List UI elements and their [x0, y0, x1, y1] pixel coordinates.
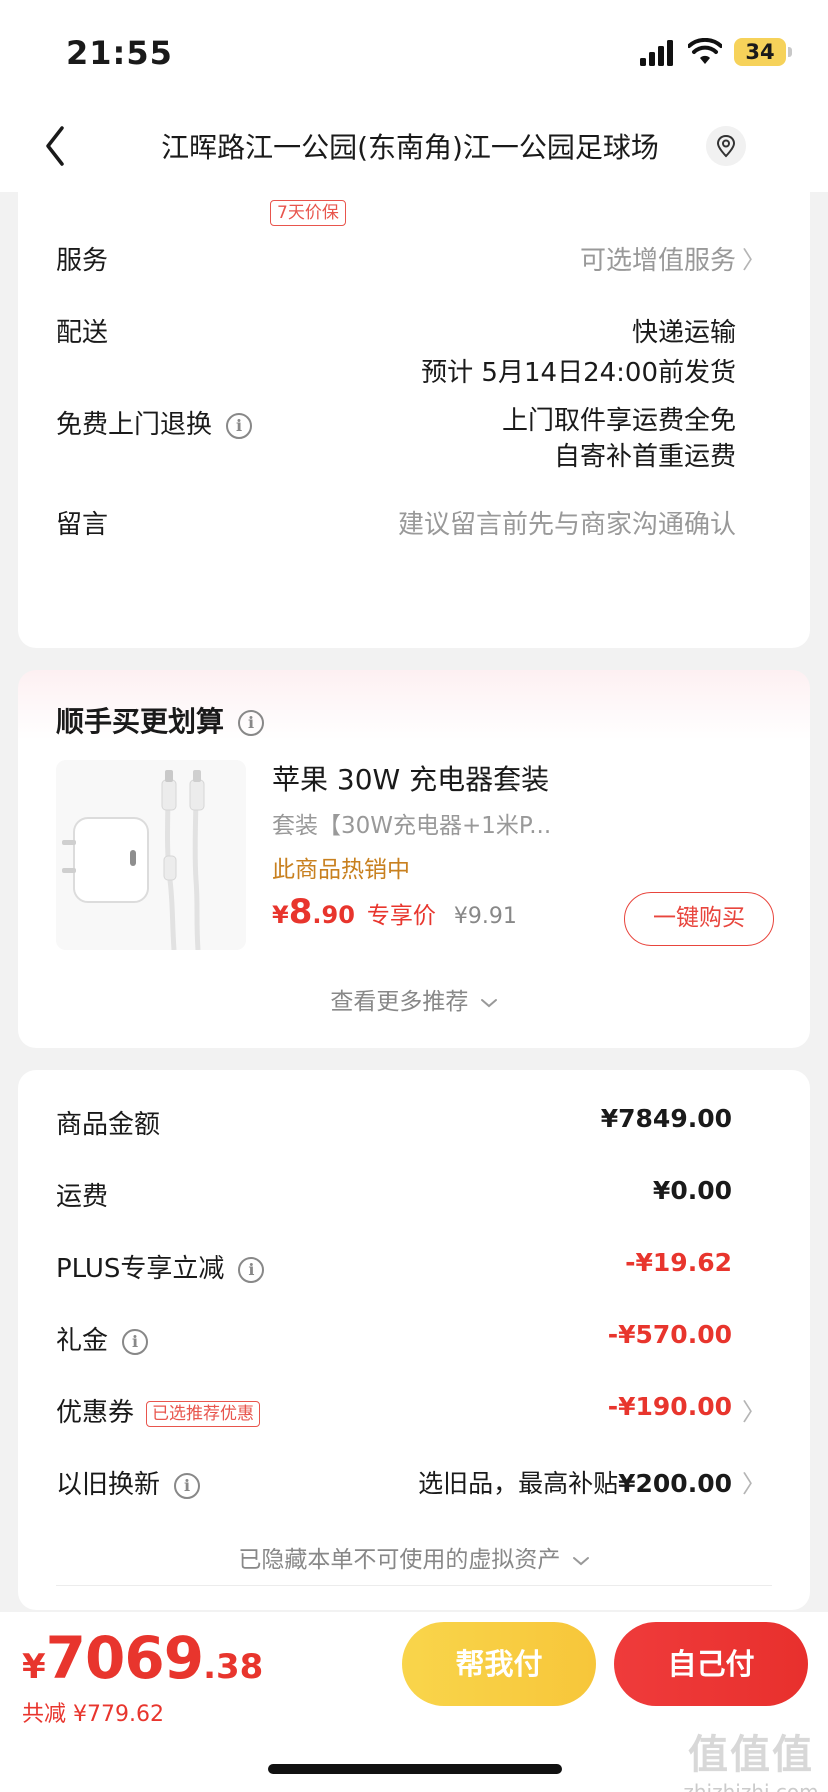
- checkout-bar: ¥7069.38 共减 ¥779.62 帮我付 自己付 值值值 zhizhizh…: [0, 1612, 828, 1792]
- status-time: 21:55: [66, 34, 173, 72]
- recommend-title-text: 顺手买更划算: [56, 705, 225, 738]
- address-title[interactable]: 江晖路江一公园(东南角)江一公园足球场: [100, 126, 720, 166]
- nav-bar: 江晖路江一公园(东南角)江一公园足球场: [0, 100, 828, 192]
- product-price: ¥8.90 专享价 ¥9.91: [272, 892, 517, 932]
- price-summary-card: 商品金额 ¥7849.00 运费 ¥0.00 PLUS专享立减 i -¥19.62…: [18, 1070, 810, 1610]
- watermark-main: 值值值: [688, 1732, 814, 1778]
- battery-indicator: 34: [734, 38, 786, 66]
- chevron-down-icon: [480, 999, 497, 1008]
- trade-in-prefix: 选旧品，最高补贴: [418, 1469, 619, 1498]
- chevron-right-icon[interactable]: 〉: [742, 1392, 766, 1427]
- coupon-label[interactable]: 优惠券 已选推荐优惠: [56, 1392, 261, 1429]
- one-click-buy-button[interactable]: 一键购买: [624, 892, 774, 946]
- info-icon[interactable]: i: [226, 412, 253, 439]
- plus-discount-text: PLUS专享立减: [56, 1254, 225, 1284]
- gift-money-value: -¥570.00: [607, 1320, 732, 1349]
- exclusive-price-tag: 专享价: [366, 903, 436, 929]
- trade-in-text: 以旧换新: [56, 1470, 161, 1500]
- product-spec[interactable]: 套装【30W充电器+1米P...: [272, 806, 551, 840]
- free-return-label-text: 免费上门退换: [56, 410, 213, 440]
- free-return-line2: 自寄补首重运费: [553, 442, 736, 472]
- total-price: ¥7069.38: [22, 1624, 263, 1692]
- pay-myself-button[interactable]: 自己付: [614, 1622, 808, 1706]
- hidden-assets-label: 已隐藏本单不可使用的虚拟资产: [238, 1547, 561, 1573]
- price-protect-badge: 7天价保: [270, 200, 346, 226]
- total-decimal: .38: [203, 1647, 264, 1687]
- hidden-assets-toggle[interactable]: 已隐藏本单不可使用的虚拟资产: [18, 1540, 810, 1574]
- plus-discount-label: PLUS专享立减 i: [56, 1248, 265, 1285]
- watermark: 值值值 zhizhizhi.com: [676, 1722, 826, 1792]
- shipping-value: ¥0.00: [652, 1176, 732, 1205]
- info-icon[interactable]: i: [174, 1472, 201, 1499]
- recommend-title: 顺手买更划算 i: [56, 700, 265, 740]
- cellular-signal-icon: [640, 40, 673, 66]
- price-decimal: .90: [312, 901, 355, 929]
- order-info-card: 7天价保 服务 可选增值服务 〉 配送 快递运输 预计 5月14日24:00前发…: [18, 192, 810, 648]
- battery-tip: [788, 47, 792, 57]
- coupon-value[interactable]: -¥190.00: [608, 1392, 732, 1421]
- goods-amount-label: 商品金额: [56, 1110, 161, 1140]
- help-me-pay-button[interactable]: 帮我付: [402, 1622, 596, 1706]
- trade-in-amount: ¥200.00: [618, 1469, 732, 1498]
- product-name[interactable]: 苹果 30W 充电器套装: [272, 758, 549, 798]
- charger-illustration: [56, 760, 246, 950]
- delivery-method: 快递运输: [631, 318, 736, 348]
- back-arrow-icon[interactable]: [40, 122, 70, 170]
- total-integer: 7069: [45, 1624, 204, 1692]
- message-input[interactable]: 建议留言前先与商家沟通确认: [398, 504, 736, 541]
- free-return-line1: 上门取件享运费全免: [501, 406, 736, 436]
- watermark-sub: zhizhizhi.com: [683, 1780, 819, 1792]
- total-currency: ¥: [22, 1647, 46, 1687]
- trade-in-value[interactable]: 选旧品，最高补贴¥200.00: [418, 1464, 732, 1500]
- chevron-right-icon[interactable]: 〉: [742, 1464, 766, 1499]
- location-pin-icon[interactable]: [706, 126, 746, 166]
- shipping-label: 运费: [56, 1182, 109, 1212]
- coupon-text: 优惠券: [56, 1398, 135, 1428]
- product-image[interactable]: [56, 760, 246, 950]
- status-bar: 21:55 34: [0, 0, 828, 100]
- trade-in-label[interactable]: 以旧换新 i: [56, 1464, 201, 1501]
- hot-sale-label: 此商品热销中: [272, 857, 410, 883]
- info-icon[interactable]: i: [238, 710, 265, 736]
- original-price: ¥9.91: [453, 904, 517, 929]
- price-integer: 8: [288, 892, 313, 932]
- delivery-label: 配送: [56, 318, 109, 348]
- chevron-right-icon[interactable]: 〉: [742, 240, 766, 275]
- info-icon[interactable]: i: [122, 1328, 149, 1355]
- see-more-label: 查看更多推荐: [330, 989, 469, 1015]
- divider: [56, 1585, 772, 1586]
- free-return-label: 免费上门退换 i: [56, 404, 253, 441]
- wifi-icon: [688, 38, 722, 64]
- total-saved: 共减 ¥779.62: [22, 1702, 164, 1727]
- gift-money-text: 礼金: [56, 1326, 109, 1356]
- message-label: 留言: [56, 510, 109, 540]
- home-indicator: [268, 1764, 562, 1774]
- recommended-coupon-badge: 已选推荐优惠: [146, 1400, 261, 1427]
- plus-discount-value: -¥19.62: [625, 1248, 732, 1277]
- service-label: 服务: [56, 246, 109, 276]
- info-icon[interactable]: i: [238, 1256, 265, 1283]
- chevron-down-icon: [572, 1557, 589, 1566]
- gift-money-label: 礼金 i: [56, 1320, 149, 1357]
- see-more-recommendations[interactable]: 查看更多推荐: [18, 982, 810, 1016]
- service-value[interactable]: 可选增值服务: [580, 240, 736, 277]
- price-currency: ¥: [272, 901, 289, 929]
- goods-amount-value: ¥7849.00: [600, 1104, 732, 1133]
- delivery-estimate: 预计 5月14日24:00前发货: [421, 358, 736, 388]
- recommend-card: 顺手买更划算 i 苹果 30W 充电器套装 套装【30W充电器+1米P... 此商…: [18, 670, 810, 1048]
